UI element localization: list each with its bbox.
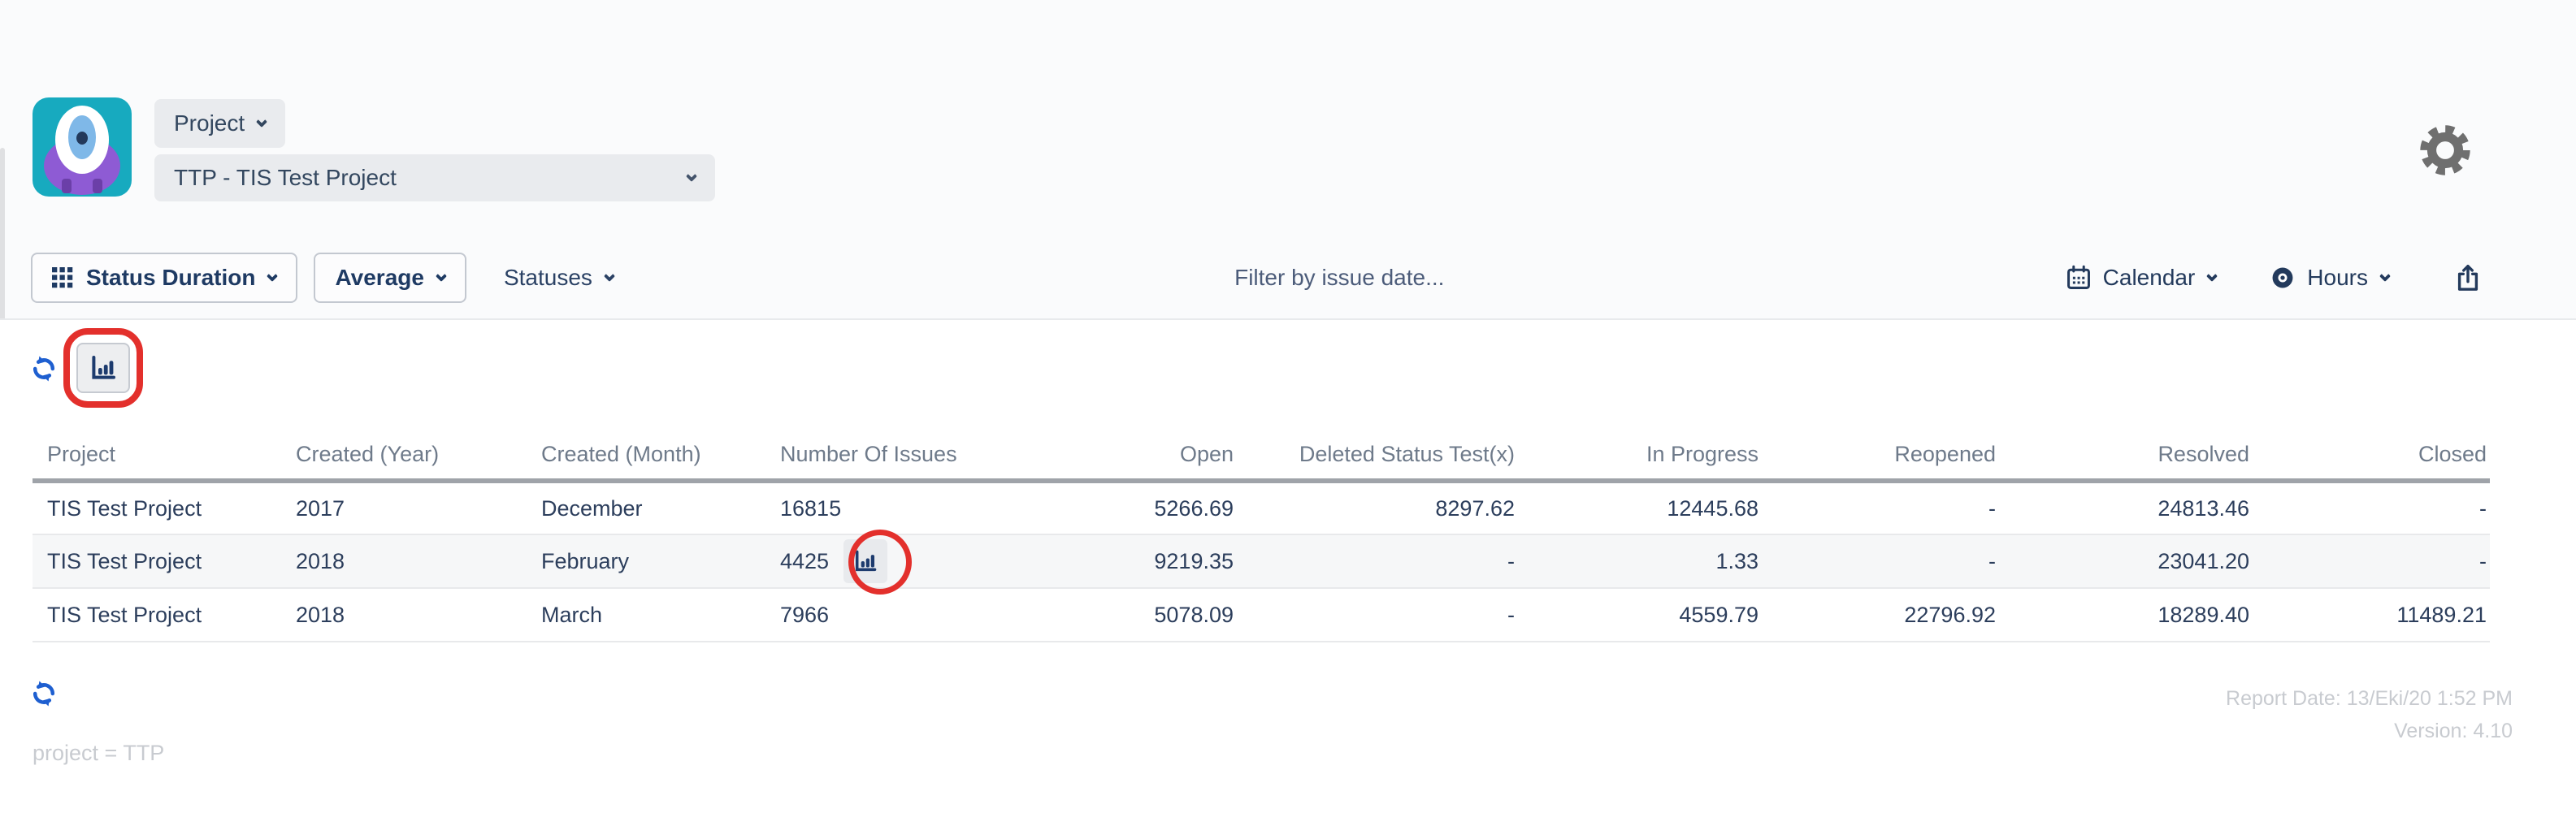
cell-year: 2018	[281, 534, 527, 588]
column-header: In Progress	[1518, 430, 1762, 481]
column-header: Open	[1026, 430, 1237, 481]
column-header: Deleted Status Test(x)	[1237, 430, 1518, 481]
chevron-down-icon	[604, 270, 615, 282]
jql-query-text: project = TTP	[33, 741, 164, 766]
row-chart-button[interactable]	[843, 539, 887, 583]
settings-gear-icon[interactable]	[2418, 123, 2472, 184]
table-row: TIS Test Project 2018 March 7966 5078.09…	[33, 588, 2490, 642]
cell-month: December	[527, 481, 765, 534]
calendar-dropdown[interactable]: Calendar	[2066, 265, 2217, 291]
calendar-label: Calendar	[2103, 265, 2196, 291]
column-header: Reopened	[1762, 430, 1999, 481]
cell-month: February	[527, 534, 765, 588]
column-header: Project	[33, 430, 281, 481]
chart-view-button[interactable]	[76, 343, 130, 393]
report-date: Report Date: 13/Eki/20 1:52 PM	[2226, 682, 2513, 715]
bar-chart-icon	[89, 353, 118, 383]
column-header: Number Of Issues	[765, 430, 1026, 481]
chevron-down-icon	[686, 171, 697, 182]
cell-resolved: 24813.46	[1999, 481, 2253, 534]
project-avatar	[33, 97, 132, 197]
cell-year: 2017	[281, 481, 527, 534]
issue-date-filter-input[interactable]	[662, 265, 2017, 291]
page: Jira Dashboards Projects Issues Boards T…	[0, 0, 2576, 826]
column-header: Resolved	[1999, 430, 2253, 481]
table-row: TIS Test Project 2018 February 4425	[33, 534, 2490, 588]
report-meta: Report Date: 13/Eki/20 1:52 PM Version: …	[2226, 682, 2513, 747]
statuses-label: Statuses	[504, 265, 592, 291]
units-label: Hours	[2307, 265, 2368, 291]
issue-count-with-chart: 4425	[780, 539, 1026, 583]
cell-reopened: -	[1762, 481, 1999, 534]
cell-project: TIS Test Project	[33, 481, 281, 534]
chevron-down-icon	[436, 270, 447, 282]
cell-in-progress: 1.33	[1518, 534, 1762, 588]
bar-chart-icon	[852, 548, 878, 574]
cell-closed: 11489.21	[2253, 588, 2490, 642]
avatar-monster-foot	[93, 179, 102, 193]
cell-in-progress: 12445.68	[1518, 481, 1762, 534]
metric-dropdown[interactable]: Average	[314, 253, 466, 303]
avatar-monster-foot	[62, 179, 72, 193]
cell-month: March	[527, 588, 765, 642]
refresh-icon[interactable]	[29, 679, 59, 708]
units-dropdown[interactable]: Hours	[2270, 265, 2389, 291]
report-type-dropdown[interactable]: Status Duration	[31, 253, 297, 303]
statuses-dropdown[interactable]: Statuses	[504, 265, 614, 291]
cell-open: 5078.09	[1026, 588, 1237, 642]
cell-open: 9219.35	[1026, 534, 1237, 588]
project-select[interactable]: TTP - TIS Test Project	[154, 154, 715, 201]
cell-resolved: 23041.20	[1999, 534, 2253, 588]
table-row: TIS Test Project 2017 December 16815 526…	[33, 481, 2490, 534]
project-select-value: TTP - TIS Test Project	[174, 165, 397, 191]
cell-year: 2018	[281, 588, 527, 642]
chevron-down-icon	[2206, 270, 2218, 282]
chevron-down-icon	[256, 116, 267, 128]
cell-reopened: 22796.92	[1762, 588, 1999, 642]
cell-issue-count: 7966	[765, 588, 1026, 642]
cell-open: 5266.69	[1026, 481, 1237, 534]
issue-count-value: 4425	[780, 549, 829, 574]
cell-deleted-status: -	[1237, 534, 1518, 588]
column-header: Created (Month)	[527, 430, 765, 481]
cell-resolved: 18289.40	[1999, 588, 2253, 642]
cell-issue-count: 4425	[765, 534, 1026, 588]
report-toolbar: Status Duration Average Statuses	[0, 252, 2576, 304]
cell-closed: -	[2253, 481, 2490, 534]
calendar-icon	[2066, 265, 2092, 291]
report-type-label: Status Duration	[86, 265, 255, 291]
eye-target-icon	[2270, 265, 2296, 291]
refresh-icon[interactable]	[29, 354, 59, 383]
cell-deleted-status: 8297.62	[1237, 481, 1518, 534]
column-header: Created (Year)	[281, 430, 527, 481]
cell-closed: -	[2253, 534, 2490, 588]
chevron-down-icon	[2379, 270, 2391, 282]
scope-dropdown-button[interactable]: Project	[154, 99, 285, 148]
cell-project: TIS Test Project	[33, 534, 281, 588]
report-version: Version: 4.10	[2226, 715, 2513, 747]
cell-deleted-status: -	[1237, 588, 1518, 642]
cell-issue-count: 16815	[765, 481, 1026, 534]
grid-icon	[52, 267, 73, 288]
cell-in-progress: 4559.79	[1518, 588, 1762, 642]
avatar-monster-pupil	[76, 132, 88, 145]
chevron-down-icon	[267, 270, 278, 282]
table-header-row: Project Created (Year) Created (Month) N…	[33, 430, 2490, 481]
export-icon[interactable]	[2454, 262, 2482, 293]
metric-label: Average	[335, 265, 423, 291]
status-duration-table: Project Created (Year) Created (Month) N…	[33, 430, 2490, 642]
cell-reopened: -	[1762, 534, 1999, 588]
column-header: Closed	[2253, 430, 2490, 481]
scope-label: Project	[174, 110, 245, 136]
cell-project: TIS Test Project	[33, 588, 281, 642]
